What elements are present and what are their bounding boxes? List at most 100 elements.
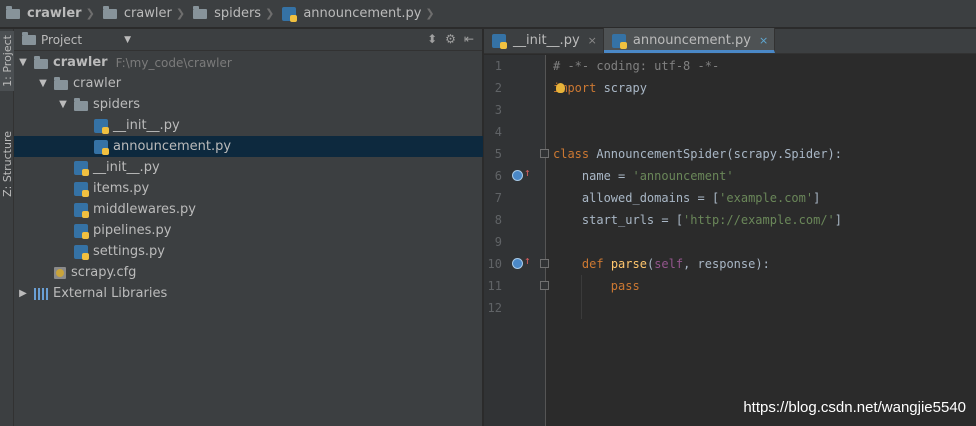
tree-item-crawler-init[interactable]: __init__.py [14, 157, 483, 178]
python-file-icon [74, 160, 89, 176]
tree-item-scrapy-cfg[interactable]: scrapy.cfg [14, 262, 483, 283]
line-number: ↑ 10 [484, 253, 549, 275]
line-number: 5 [484, 143, 549, 165]
navigation-breadcrumb: crawler ❯ crawler ❯ spiders ❯ announceme… [0, 0, 976, 28]
python-file-icon [282, 6, 298, 22]
folder-icon [102, 5, 117, 19]
chevron-right-icon: ❯ [85, 7, 95, 20]
chevron-right-icon: ❯ [175, 7, 186, 20]
tree-item-middlewares[interactable]: middlewares.py [14, 199, 483, 220]
python-file-icon [74, 244, 89, 260]
code-line: def parse(self, response): [581, 257, 770, 271]
arrow-up-icon: ↑ [524, 254, 531, 267]
tool-window-strip: 1: Project Z: Structure [0, 29, 14, 426]
project-tree: ▼ crawler F:\my_code\crawler ▼ crawler ▼… [14, 52, 483, 304]
tab-label: __init__.py [513, 33, 580, 48]
line-number: 1 [494, 59, 502, 73]
project-path: F:\my_code\crawler [115, 55, 232, 70]
tree-item-pipelines[interactable]: pipelines.py [14, 220, 483, 241]
folder-icon [34, 55, 48, 69]
collapse-arrow-icon[interactable]: ▶ [18, 288, 28, 299]
tree-item-external-libraries[interactable]: ▶ External Libraries [14, 283, 483, 304]
project-panel-header: Project ▼ ⬍ ⚙︎ ⇤ [14, 29, 482, 51]
line-number-gutter: 1 2 3 4 5 ↑ 6 7 8 9 ↑ 10 11 12 [484, 55, 549, 426]
tree-item-label: External Libraries [53, 286, 168, 301]
python-file-icon [74, 223, 89, 239]
tree-item-announcement[interactable]: announcement.py [14, 136, 483, 157]
tree-item-items[interactable]: items.py [14, 178, 483, 199]
tree-item-label: items.py [93, 181, 150, 196]
hide-panel-icon[interactable]: ⇤ [464, 32, 474, 46]
breadcrumb-item-file[interactable]: announcement.py [280, 0, 425, 28]
project-view-icon [22, 31, 36, 45]
caret-down-icon[interactable]: ▼ [124, 35, 131, 45]
code-line: allowed_domains = ['example.com'] [553, 191, 821, 205]
code-editor: __init__.py × announcement.py × 1 2 3 4 … [484, 28, 976, 426]
breadcrumb-item-crawler[interactable]: crawler [101, 0, 176, 28]
tree-item-label: scrapy.cfg [71, 265, 137, 280]
close-icon[interactable]: × [759, 34, 768, 47]
breadcrumb-item-project[interactable]: crawler [4, 0, 86, 28]
lightbulb-icon[interactable] [556, 83, 565, 93]
chevron-right-icon: ❯ [425, 7, 435, 20]
python-file-icon [74, 202, 89, 218]
tree-item-label: crawler [53, 55, 108, 70]
library-icon [34, 287, 48, 300]
tree-item-label: __init__.py [113, 118, 180, 133]
project-view-selector[interactable]: Project [41, 33, 82, 47]
folder-icon [6, 5, 20, 19]
tree-item-spiders-init[interactable]: __init__.py [14, 115, 483, 136]
python-file-icon [611, 33, 627, 49]
tree-item-crawler[interactable]: ▼ crawler [14, 73, 483, 94]
close-icon[interactable]: × [588, 34, 597, 47]
expand-arrow-icon[interactable]: ▼ [38, 78, 48, 89]
python-file-icon [94, 118, 109, 134]
override-marker-icon[interactable] [512, 258, 523, 269]
breadcrumb-label: crawler [27, 6, 82, 21]
expand-arrow-icon[interactable]: ▼ [18, 57, 28, 68]
tab-project-tool[interactable]: 1: Project [0, 31, 14, 91]
tree-item-label: middlewares.py [93, 202, 196, 217]
breadcrumb-label: crawler [123, 6, 172, 21]
line-number-text: 6 [494, 169, 502, 183]
structure-tool-label: Z: Structure [0, 131, 14, 197]
breadcrumb-item-spiders[interactable]: spiders [191, 0, 265, 28]
tree-item-spiders[interactable]: ▼ spiders [14, 94, 483, 115]
override-marker-icon[interactable] [512, 170, 523, 181]
line-number: 7 [494, 191, 502, 205]
gear-icon[interactable]: ⚙︎ [445, 32, 456, 46]
indent-guide [581, 297, 582, 319]
collapse-all-icon[interactable]: ⬍ [427, 32, 437, 46]
folder-icon [74, 97, 88, 111]
tab-init-py[interactable]: __init__.py × [484, 28, 604, 53]
folder-icon [193, 5, 208, 19]
tree-item-label: announcement.py [113, 139, 232, 154]
line-number: 12 [487, 301, 502, 315]
tree-item-label: spiders [93, 97, 141, 112]
tree-item-root[interactable]: ▼ crawler F:\my_code\crawler [14, 52, 483, 73]
tree-item-label: __init__.py [93, 160, 160, 175]
line-number: ↑ 6 [484, 165, 545, 187]
code-line: class AnnouncementSpider(scrapy.Spider): [553, 147, 842, 161]
tree-item-label: settings.py [93, 244, 165, 259]
code-line: name = 'announcement' [553, 169, 734, 183]
line-number-text: 10 [487, 257, 502, 271]
tree-item-settings[interactable]: settings.py [14, 241, 483, 262]
code-area[interactable]: # -*- coding: utf-8 -*- import scrapy cl… [547, 55, 976, 426]
tree-item-label: pipelines.py [93, 223, 172, 238]
arrow-up-icon: ↑ [524, 166, 531, 179]
watermark-url: https://blog.csdn.net/wangjie5540 [743, 399, 966, 416]
line-number: 3 [494, 103, 502, 117]
folder-icon [54, 76, 68, 90]
project-panel: Project ▼ ⬍ ⚙︎ ⇤ ▼ crawler F:\my_code\cr… [14, 29, 483, 426]
python-file-icon [94, 139, 109, 155]
tab-announcement-py[interactable]: announcement.py × [603, 28, 776, 53]
tab-label: announcement.py [632, 33, 751, 48]
expand-arrow-icon[interactable]: ▼ [58, 99, 68, 110]
code-line: pass [547, 275, 976, 297]
breadcrumb-label: spiders [214, 6, 262, 21]
chevron-right-icon: ❯ [265, 7, 275, 20]
tab-structure-tool[interactable]: Z: Structure [0, 124, 14, 204]
